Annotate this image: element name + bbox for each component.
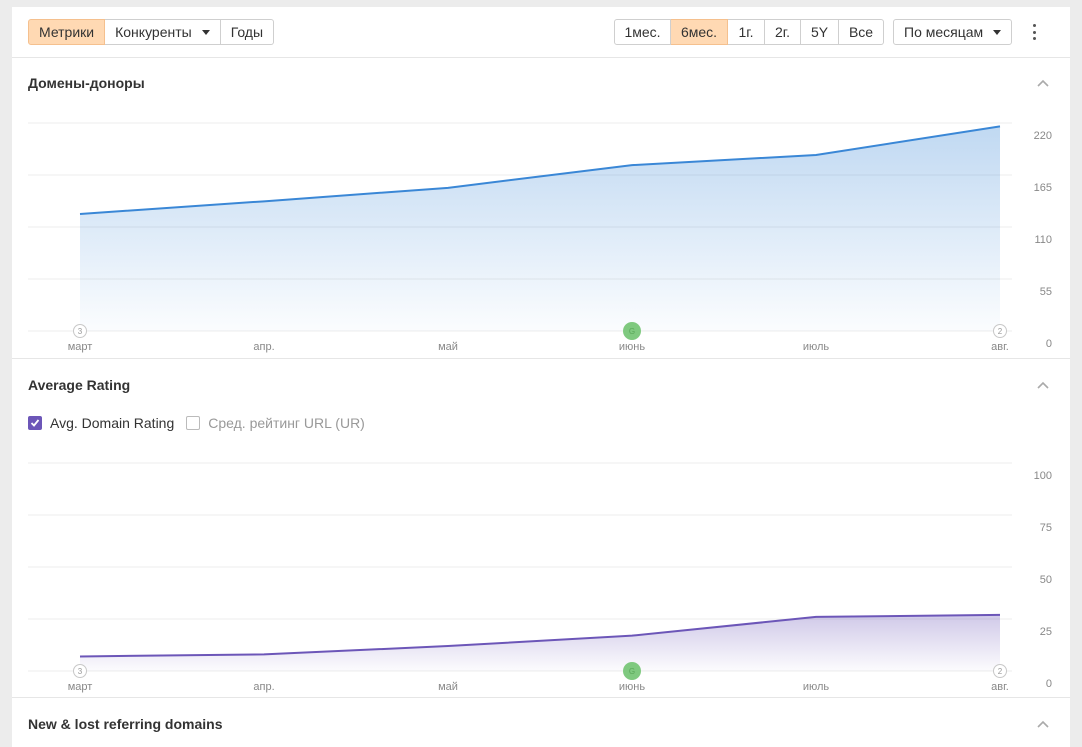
x-tick-label: июль — [803, 681, 830, 693]
marker-label: 3 — [78, 667, 83, 676]
tab-metrics[interactable]: Метрики — [28, 19, 105, 45]
y-tick-label: 0 — [1046, 678, 1052, 690]
period-5y-label: 5Y — [811, 24, 828, 40]
period-5y-button[interactable]: 5Y — [801, 19, 839, 45]
checkbox-checked-icon[interactable] — [28, 416, 42, 430]
section-divider — [12, 697, 1070, 698]
period-1m-label: 1мес. — [624, 24, 660, 40]
period-2y-label: 2г. — [775, 24, 790, 40]
marker-label: G — [629, 327, 635, 336]
marker-label: G — [629, 667, 635, 676]
referring-domains-title: Домены-доноры — [28, 75, 145, 91]
legend-avg-ur-label: Сред. рейтинг URL (UR) — [208, 415, 365, 431]
average-rating-title: Average Rating — [28, 377, 130, 393]
rating-legend: Avg. Domain Rating Сред. рейтинг URL (UR… — [28, 415, 377, 431]
kebab-menu-icon[interactable] — [1030, 24, 1038, 40]
y-tick-label: 0 — [1046, 338, 1052, 350]
period-all-label: Все — [849, 24, 873, 40]
legend-avg-ur[interactable]: Сред. рейтинг URL (UR) — [186, 415, 365, 431]
tab-years-label: Годы — [231, 24, 263, 40]
x-tick-label: май — [438, 341, 458, 353]
chevron-up-icon[interactable] — [1036, 78, 1050, 88]
y-tick-label: 25 — [1040, 626, 1052, 638]
tab-years[interactable]: Годы — [221, 19, 274, 45]
period-6m-button[interactable]: 6мес. — [671, 19, 728, 45]
y-tick-label: 50 — [1040, 574, 1052, 586]
x-tick-label: июль — [803, 341, 830, 353]
tab-competitors[interactable]: Конкуренты — [105, 19, 221, 45]
chevron-up-icon[interactable] — [1036, 719, 1050, 729]
period-1y-button[interactable]: 1г. — [728, 19, 765, 45]
period-6m-label: 6мес. — [681, 24, 717, 40]
checkbox-unchecked-icon[interactable] — [186, 416, 200, 430]
chevron-down-icon — [993, 30, 1001, 35]
tab-competitors-label: Конкуренты — [115, 24, 192, 40]
x-tick-label: апр. — [253, 681, 274, 693]
section-divider — [12, 358, 1070, 359]
period-1m-button[interactable]: 1мес. — [614, 19, 671, 45]
main-panel: Метрики Конкуренты Годы 1мес. 6мес. 1г. … — [12, 7, 1070, 747]
x-tick-label: май — [438, 681, 458, 693]
series-area — [80, 126, 1000, 331]
period-1y-label: 1г. — [738, 24, 753, 40]
referring-domains-chart: 0 55 110 165 220 март апр. май июнь июль авг. 3 G 2 — [12, 107, 1070, 357]
y-tick-label: 75 — [1040, 522, 1052, 534]
x-tick-label: авг. — [991, 681, 1009, 693]
grouping-dropdown[interactable]: По месяцам — [893, 19, 1012, 45]
chevron-up-icon[interactable] — [1036, 380, 1050, 390]
marker-label: 3 — [78, 327, 83, 336]
marker-label: 2 — [998, 667, 1003, 676]
series-area — [80, 615, 1000, 671]
grouping-label: По месяцам — [904, 24, 983, 40]
x-tick-label: апр. — [253, 341, 274, 353]
x-tick-label: март — [68, 341, 93, 353]
period-2y-button[interactable]: 2г. — [765, 19, 801, 45]
x-tick-label: июнь — [619, 681, 645, 693]
tab-metrics-label: Метрики — [39, 24, 94, 40]
x-tick-label: авг. — [991, 341, 1009, 353]
y-tick-label: 100 — [1034, 470, 1052, 482]
toolbar: Метрики Конкуренты Годы 1мес. 6мес. 1г. … — [12, 7, 1070, 58]
legend-avg-dr-label: Avg. Domain Rating — [50, 415, 174, 431]
y-tick-label: 110 — [1034, 234, 1052, 246]
y-tick-label: 220 — [1034, 130, 1052, 142]
y-tick-label: 55 — [1040, 286, 1052, 298]
y-tick-label: 165 — [1034, 182, 1052, 194]
new-lost-domains-title: New & lost referring domains — [28, 716, 222, 732]
marker-label: 2 — [998, 327, 1003, 336]
chevron-down-icon — [202, 30, 210, 35]
view-tabs: Метрики Конкуренты Годы — [28, 19, 274, 45]
period-selector: 1мес. 6мес. 1г. 2г. 5Y Все — [614, 19, 884, 45]
average-rating-chart: 0 25 50 75 100 март апр. май июнь июль авг. 3 G 2 — [12, 447, 1070, 697]
x-tick-label: июнь — [619, 341, 645, 353]
x-tick-label: март — [68, 681, 93, 693]
legend-avg-dr[interactable]: Avg. Domain Rating — [28, 415, 174, 431]
period-all-button[interactable]: Все — [839, 19, 884, 45]
